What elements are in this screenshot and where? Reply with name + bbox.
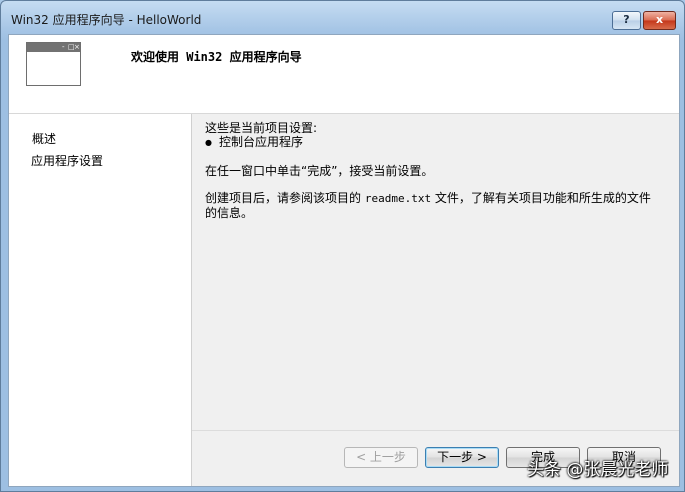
wizard-header: - □ × 欢迎使用 Win32 应用程序向导 [9,35,679,114]
prev-button[interactable]: < 上一步 [344,447,418,468]
readme-info-suffix: 文件，了解有关项目功能和所生成的文件 [434,191,651,205]
window-title: Win32 应用程序向导 - HelloWorld [11,13,202,27]
help-button[interactable]: ? [612,11,641,30]
wizard-content: 这些是当前项目设置: 控制台应用程序 在任一窗口中单击“完成”，接受当前设置。 … [205,121,665,220]
readme-info: 创建项目后，请参阅该项目的 readme.txt 文件，了解有关项目功能和所生成… [205,191,665,220]
setting-bullet: 控制台应用程序 [205,135,665,151]
button-bar-divider [192,430,679,431]
wizard-nav: 概述 应用程序设置 [9,114,192,486]
watermark-text: 头条 @张晨光老师 [527,460,669,480]
readme-info-prefix: 创建项目后，请参阅该项目的 [205,191,362,205]
wizard-client-area: - □ × 欢迎使用 Win32 应用程序向导 概述 应用程序设置 这些是当前项… [8,34,680,487]
finish-hint: 在任一窗口中单击“完成”，接受当前设置。 [205,164,434,178]
wizard-header-title: 欢迎使用 Win32 应用程序向导 [131,50,302,64]
wizard-window: Win32 应用程序向导 - HelloWorld ? x - □ × 欢迎使用… [0,0,685,492]
title-bar[interactable]: Win32 应用程序向导 - HelloWorld ? x [1,1,684,34]
next-button[interactable]: 下一步 > [425,447,499,468]
nav-item-app-settings[interactable]: 应用程序设置 [31,152,103,169]
readme-filename: readme.txt [364,192,432,205]
wizard-window-icon: - □ × [26,42,81,86]
nav-item-overview[interactable]: 概述 [32,130,56,147]
settings-intro: 这些是当前项目设置: [205,121,318,135]
close-button[interactable]: x [643,11,676,30]
readme-info-line2: 的信息。 [205,206,254,220]
